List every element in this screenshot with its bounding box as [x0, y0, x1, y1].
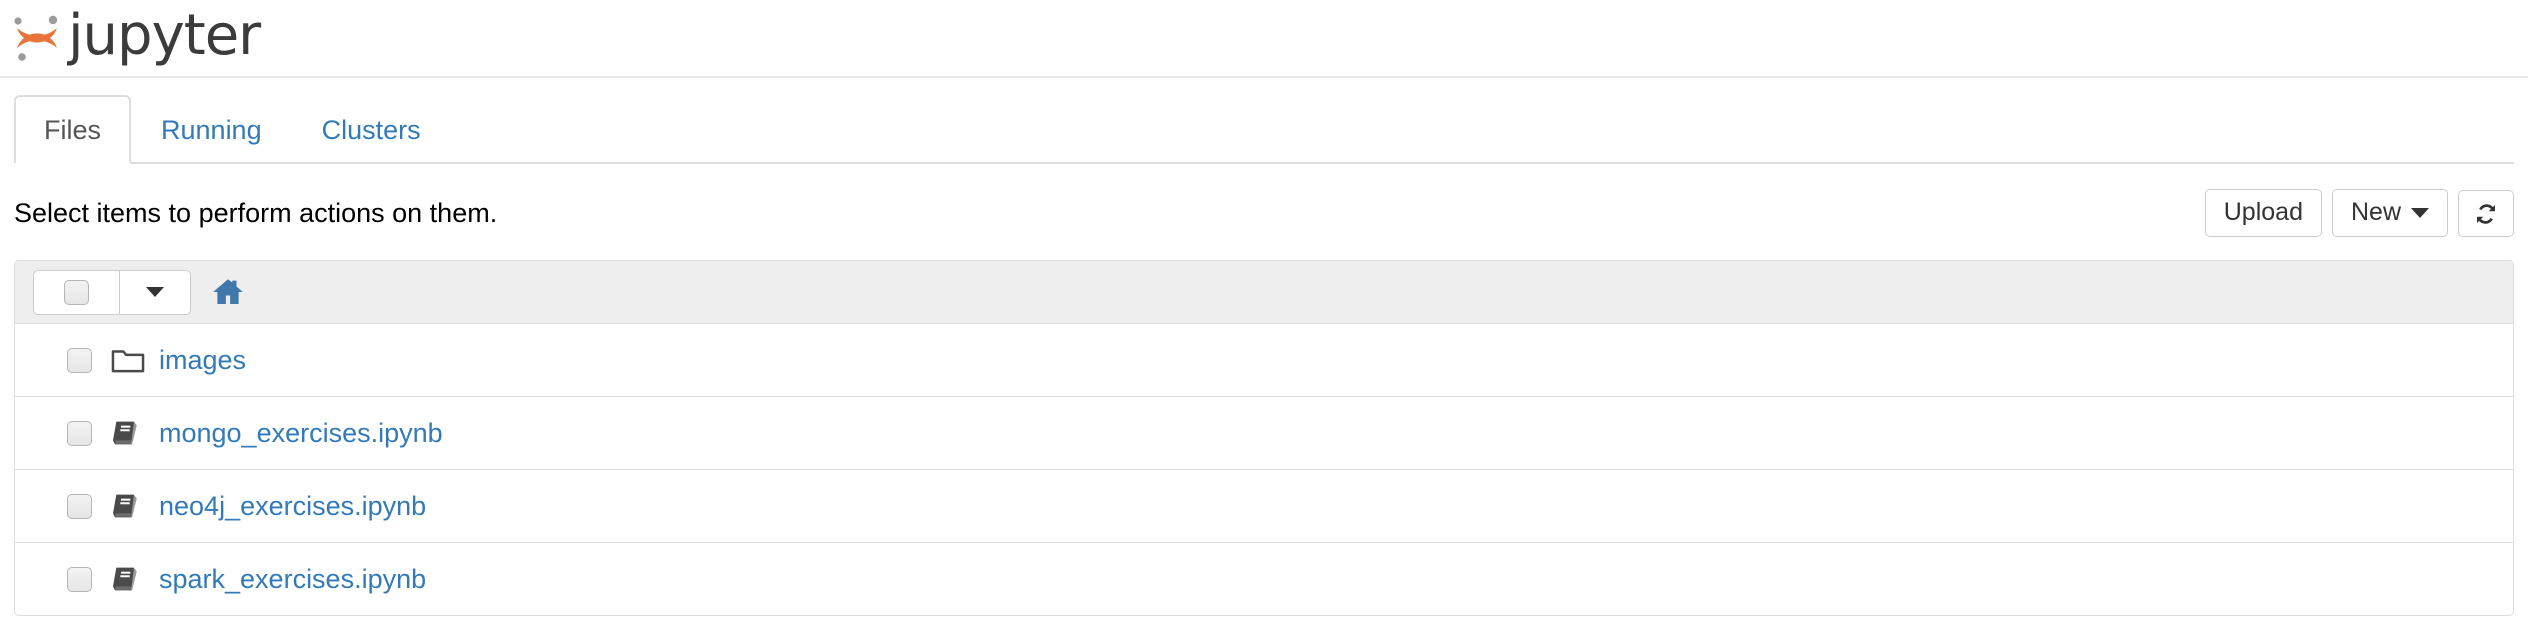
- row-checkbox[interactable]: [67, 347, 92, 373]
- jupyter-wordmark: jupyter: [68, 3, 261, 68]
- upload-button-label: Upload: [2223, 198, 2303, 226]
- folder-icon: [111, 345, 159, 375]
- tab-clusters[interactable]: Clusters: [292, 95, 451, 164]
- tab-running[interactable]: Running: [131, 95, 292, 164]
- row-checkbox[interactable]: [67, 420, 92, 446]
- file-link[interactable]: images: [159, 346, 246, 374]
- notebook-icon: [111, 564, 159, 594]
- chevron-down-icon: [2411, 207, 2429, 218]
- refresh-icon: [2477, 203, 2495, 224]
- jupyter-logo-link[interactable]: jupyter: [8, 3, 261, 68]
- notebook-list: images mongo_exercises.ipynb neo4j_exerc…: [14, 260, 2514, 616]
- tab-files-link[interactable]: Files: [14, 94, 132, 164]
- select-all-dropdown-button[interactable]: [120, 269, 191, 315]
- row-checkbox[interactable]: [67, 493, 92, 519]
- chevron-down-icon: [146, 287, 164, 297]
- select-all-button-group: [33, 269, 191, 315]
- tab-clusters-link[interactable]: Clusters: [292, 95, 451, 164]
- table-row[interactable]: images: [15, 324, 2513, 397]
- file-link[interactable]: neo4j_exercises.ipynb: [159, 492, 426, 520]
- main-tabs: Files Running Clusters: [14, 94, 2514, 164]
- toolbar-row: Select items to perform actions on them.…: [0, 189, 2528, 237]
- tab-files[interactable]: Files: [14, 94, 132, 164]
- table-row[interactable]: spark_exercises.ipynb: [15, 543, 2513, 615]
- table-row[interactable]: mongo_exercises.ipynb: [15, 397, 2513, 470]
- tabs-container: Files Running Clusters: [0, 94, 2528, 164]
- select-all-checkbox[interactable]: [64, 279, 89, 305]
- row-checkbox-wrap: [67, 493, 111, 519]
- file-list-container: images mongo_exercises.ipynb neo4j_exerc…: [0, 260, 2528, 616]
- masthead: jupyter: [0, 0, 2528, 78]
- notebook-icon: [111, 491, 159, 521]
- jupyter-logo-icon: [14, 15, 58, 61]
- home-icon[interactable]: [211, 275, 245, 309]
- row-checkbox-wrap: [67, 566, 111, 592]
- file-link[interactable]: spark_exercises.ipynb: [159, 565, 426, 593]
- row-checkbox-wrap: [67, 347, 111, 373]
- toolbar-buttons: Upload New: [2204, 189, 2514, 237]
- new-dropdown-button[interactable]: New: [2331, 189, 2448, 237]
- select-all-checkbox-button[interactable]: [33, 269, 120, 315]
- refresh-button[interactable]: [2458, 189, 2514, 237]
- new-button-label: New: [2350, 198, 2401, 226]
- table-row[interactable]: neo4j_exercises.ipynb: [15, 470, 2513, 543]
- row-checkbox[interactable]: [67, 566, 92, 592]
- file-link[interactable]: mongo_exercises.ipynb: [159, 419, 443, 447]
- upload-button[interactable]: Upload: [2204, 189, 2322, 237]
- selection-hint-text: Select items to perform actions on them.: [14, 197, 498, 228]
- tab-running-link[interactable]: Running: [131, 95, 292, 164]
- row-checkbox-wrap: [67, 420, 111, 446]
- file-list-header: [15, 261, 2513, 324]
- notebook-icon: [111, 418, 159, 448]
